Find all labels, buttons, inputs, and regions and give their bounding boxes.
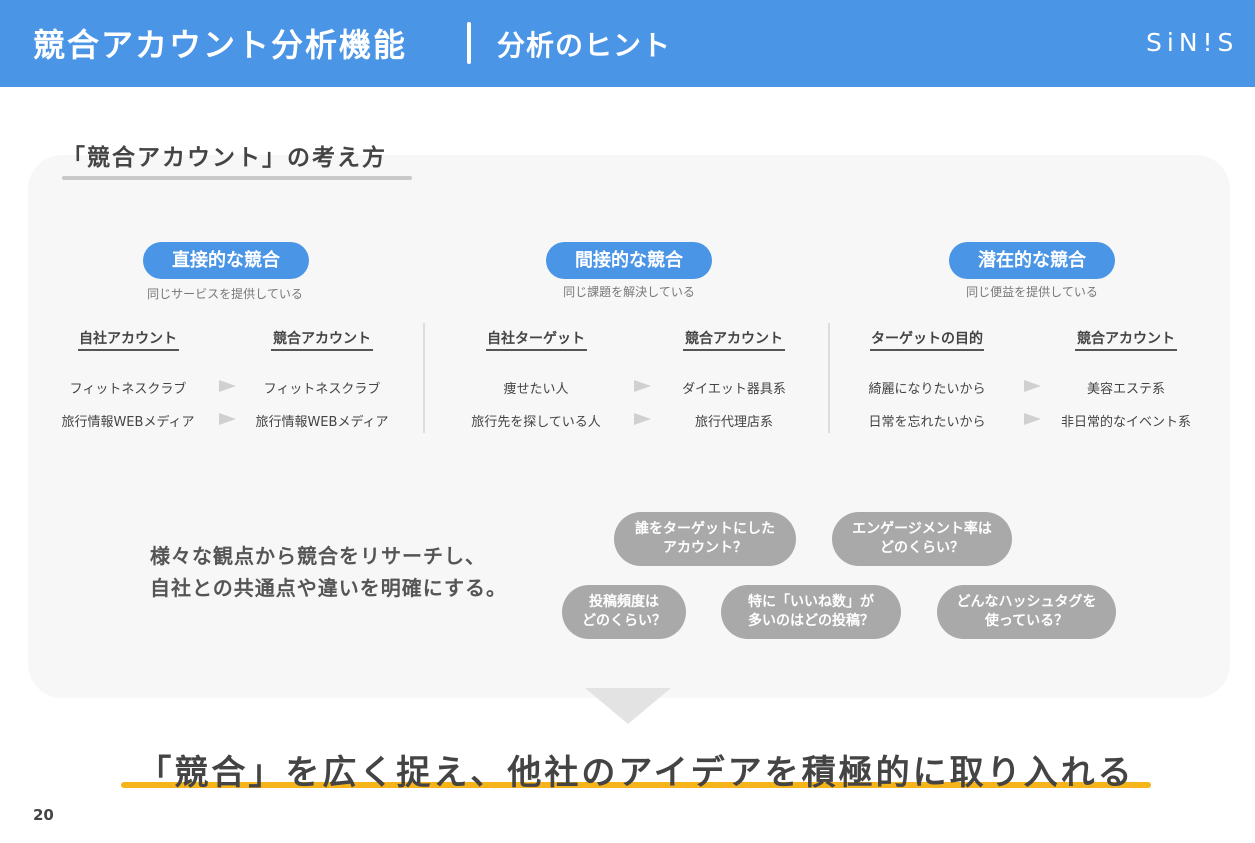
category-desc-latent: 同じ便益を提供している [966, 285, 1098, 299]
table-cell: フィットネスクラブ [69, 382, 187, 397]
question-bubble-likes: 特に「いいね数」が 多いのはどの投稿？ [721, 585, 901, 639]
category-pill-direct: 直接的な競合 [143, 242, 309, 279]
category-desc-direct: 同じサービスを提供している [147, 287, 303, 301]
table-cell: 綺麗になりたいから [868, 382, 986, 397]
question-bubble-hashtag: どんなハッシュタグを 使っている？ [937, 585, 1116, 639]
table-cell: 痩せたい人 [503, 382, 569, 397]
col-head-underline [683, 349, 785, 351]
col-head-underline [870, 349, 984, 351]
column-divider [828, 323, 830, 433]
question-bubble-engagement: エンゲージメント率は どのくらい？ [832, 512, 1012, 566]
table-cell: 旅行先を探している人 [471, 415, 601, 430]
brand-logo: SiN!S [1146, 28, 1239, 57]
col-head-underline [486, 349, 587, 351]
right-arrow-icon [1024, 380, 1041, 392]
header-bar: 競合アカウント分析機能 分析のヒント SiN!S [0, 0, 1255, 87]
category-pill-latent: 潜在的な競合 [949, 242, 1115, 279]
column-divider [423, 323, 425, 433]
col-head-competitor-account: 競合アカウント [1077, 331, 1175, 347]
research-statement: 様々な観点から競合をリサーチし、 自社との共通点や違いを明確にする。 [150, 540, 507, 604]
section-underline [62, 176, 412, 180]
table-cell: 美容エステ系 [1086, 382, 1165, 397]
research-line-1: 様々な観点から競合をリサーチし、 [150, 544, 486, 568]
category-desc-indirect: 同じ課題を解決している [563, 285, 695, 299]
table-cell: 日常を忘れたいから [868, 415, 986, 430]
page-title: 競合アカウント分析機能 [33, 26, 408, 64]
title-separator [467, 22, 471, 64]
section-title: 「競合アカウント」の考え方 [62, 145, 387, 171]
conclusion-text: 「競合」を広く捉え、他社のアイデアを積極的に取り入れる [137, 753, 1135, 793]
col-head-own-account: 自社アカウント [79, 331, 177, 347]
research-line-2: 自社との共通点や違いを明確にする。 [150, 576, 507, 600]
page-number: 20 [33, 806, 54, 824]
page-subtitle: 分析のヒント [497, 29, 672, 62]
down-arrow-icon [585, 688, 671, 724]
table-cell: フィットネスクラブ [263, 382, 381, 397]
col-head-competitor-account: 競合アカウント [273, 331, 371, 347]
table-cell: 非日常的なイベント系 [1060, 415, 1191, 430]
table-cell: 旅行代理店系 [694, 415, 773, 430]
right-arrow-icon [219, 413, 236, 425]
col-head-target-purpose: ターゲットの目的 [871, 331, 983, 347]
category-pill-indirect: 間接的な競合 [546, 242, 712, 279]
col-head-underline [1075, 349, 1177, 351]
col-head-underline [271, 349, 373, 351]
right-arrow-icon [219, 380, 236, 392]
table-cell: 旅行情報WEBメディア [61, 415, 195, 430]
table-cell: ダイエット器具系 [682, 382, 786, 397]
question-bubble-frequency: 投稿頻度は どのくらい？ [562, 585, 686, 639]
question-bubble-target: 誰をターゲットにした アカウント？ [614, 512, 796, 566]
right-arrow-icon [1024, 413, 1041, 425]
col-head-own-target: 自社ターゲット [487, 331, 585, 347]
col-head-competitor-account: 競合アカウント [685, 331, 783, 347]
col-head-underline [78, 349, 179, 351]
table-cell: 旅行情報WEBメディア [255, 415, 389, 430]
